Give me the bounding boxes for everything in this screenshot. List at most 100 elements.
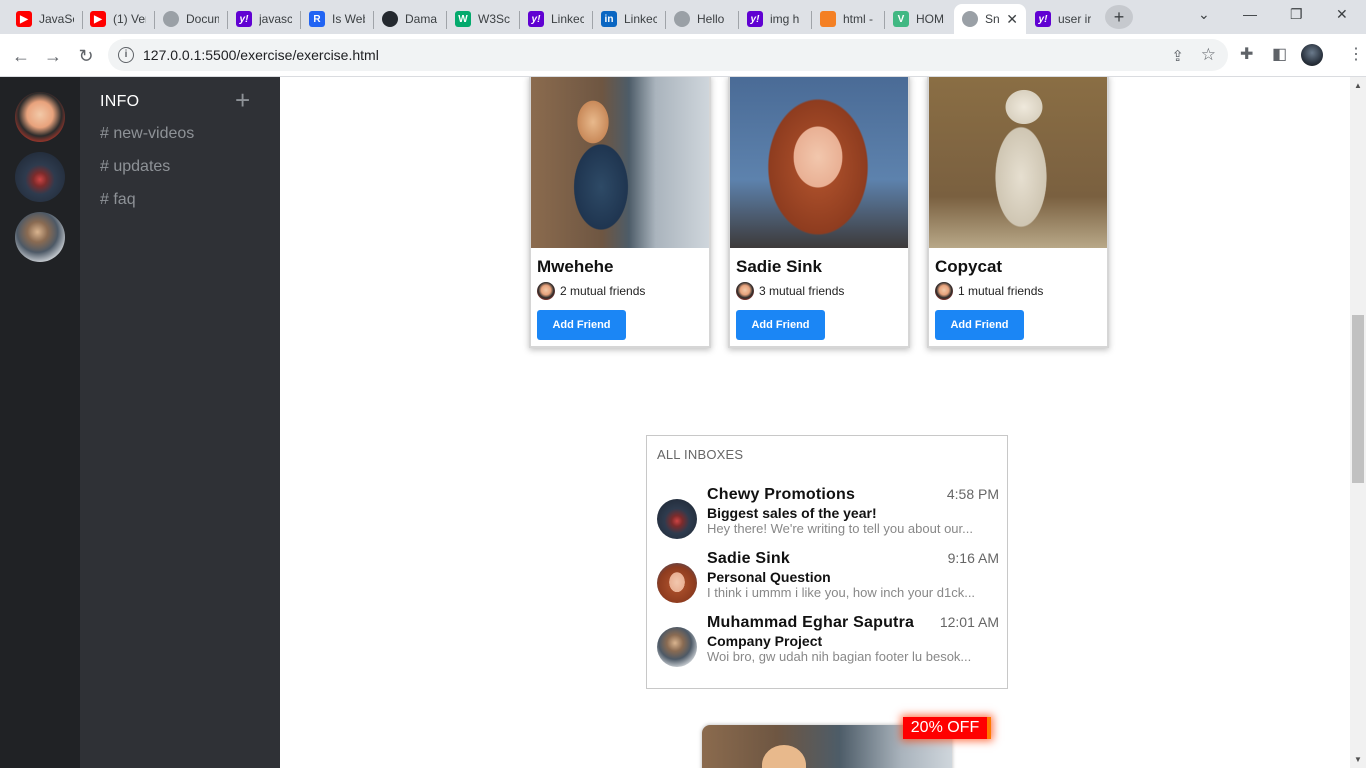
inbox-panel: ALL INBOXES Chewy Promotions 4:58 PM Big… [646, 435, 1008, 689]
browser-tab[interactable]: y! Linkec [520, 4, 592, 34]
close-tab-icon[interactable]: ✕ [1006, 11, 1018, 28]
mutual-friends-text: 2 mutual friends [560, 284, 646, 298]
browser-tab[interactable]: y! img h [739, 4, 811, 34]
yahoo-icon: y! [236, 11, 252, 27]
browser-tab[interactable]: y! javasc [228, 4, 300, 34]
profile-avatar[interactable] [1301, 44, 1323, 66]
side-panel-icon[interactable]: ◧ [1272, 44, 1287, 64]
address-bar: ← → ↻ i 127.0.0.1:5500/exercise/exercise… [0, 34, 1366, 77]
browser-tab[interactable]: Docum [155, 4, 227, 34]
tab-search-icon[interactable]: ⌄ [1198, 6, 1210, 23]
promo-image [762, 745, 806, 768]
browser-tab[interactable]: html - [812, 4, 884, 34]
browser-tab[interactable]: Dama [374, 4, 446, 34]
add-friend-button[interactable]: Add Friend [736, 310, 825, 340]
close-window-icon[interactable]: ✕ [1336, 6, 1348, 23]
message-sender: Chewy Promotions [707, 486, 856, 503]
browser-tab-strip: ▶ JavaSc ▶ (1) Ver Docum y! javasc R Is … [0, 0, 1366, 34]
sender-avatar [657, 563, 697, 603]
friend-name: Sadie Sink [736, 257, 822, 276]
add-friend-button[interactable]: Add Friend [935, 310, 1024, 340]
message-sender: Muhammad Eghar Saputra [707, 614, 915, 631]
sender-avatar [657, 627, 697, 667]
mutual-friend-avatar [736, 282, 754, 300]
server-avatar[interactable] [15, 152, 65, 202]
globe-icon [163, 11, 179, 27]
scrollbar-thumb[interactable] [1352, 315, 1364, 483]
browser-tab-active[interactable]: Sn ✕ [954, 4, 1026, 34]
bookmark-star-icon[interactable]: ☆ [1201, 45, 1216, 65]
friend-photo [929, 77, 1107, 248]
friend-card: Sadie Sink 3 mutual friends Add Friend [728, 77, 910, 348]
inbox-message[interactable]: Muhammad Eghar Saputra 12:01 AM Company … [657, 614, 999, 672]
minimize-icon[interactable]: — [1243, 6, 1257, 22]
channel-item-new-videos[interactable]: # new-videos [100, 125, 194, 143]
message-subject: Biggest sales of the year! [707, 505, 877, 521]
add-friend-button[interactable]: Add Friend [537, 310, 626, 340]
mutual-friends: 2 mutual friends [537, 282, 645, 300]
yahoo-icon: y! [1035, 11, 1051, 27]
message-preview: I think i ummm i like you, how inch your… [707, 585, 976, 600]
yahoo-icon: y! [528, 11, 544, 27]
url-field[interactable]: i 127.0.0.1:5500/exercise/exercise.html … [108, 39, 1228, 71]
message-subject: Company Project [707, 633, 823, 649]
bookmark-icon: R [309, 11, 325, 27]
page-scrollbar[interactable]: ▲ ▼ [1350, 77, 1366, 768]
friend-card: Mwehehe 2 mutual friends Add Friend [529, 77, 711, 348]
mutual-friends: 3 mutual friends [736, 282, 844, 300]
mutual-friend-avatar [935, 282, 953, 300]
reload-icon[interactable]: ↻ [73, 43, 99, 69]
channel-item-faq[interactable]: # faq [100, 191, 136, 209]
browser-tab[interactable]: ▶ (1) Ver [82, 4, 154, 34]
forward-icon[interactable]: → [40, 43, 66, 69]
message-time: 4:58 PM [946, 486, 999, 502]
github-icon [382, 11, 398, 27]
message-subject: Personal Question [707, 569, 831, 585]
browser-tab[interactable]: W W3Sc [447, 4, 519, 34]
browser-tab[interactable]: V HOME [885, 4, 953, 34]
server-rail [0, 77, 80, 768]
stackoverflow-icon [820, 11, 836, 27]
browser-tab[interactable]: R Is Web [301, 4, 373, 34]
mutual-friend-avatar [537, 282, 555, 300]
add-channel-icon[interactable]: + [235, 87, 250, 113]
discount-badge: 20% OFF [903, 717, 991, 739]
restore-icon[interactable]: ❐ [1290, 6, 1303, 23]
inbox-message[interactable]: Chewy Promotions 4:58 PM Biggest sales o… [657, 486, 999, 544]
youtube-icon: ▶ [16, 11, 32, 27]
youtube-icon: ▶ [90, 11, 106, 27]
message-sender: Sadie Sink [707, 550, 790, 567]
channel-item-updates[interactable]: # updates [100, 158, 170, 176]
share-icon[interactable]: ⇪ [1171, 47, 1184, 65]
browser-tab[interactable]: in Linkec [593, 4, 665, 34]
server-avatar[interactable] [15, 212, 65, 262]
back-icon[interactable]: ← [8, 43, 34, 69]
main-content: Mwehehe 2 mutual friends Add Friend Sadi… [280, 77, 1350, 768]
browser-tab[interactable]: Hello [666, 4, 738, 34]
w3schools-icon: W [455, 11, 471, 27]
globe-icon [674, 11, 690, 27]
inbox-title: ALL INBOXES [657, 447, 744, 462]
sender-avatar [657, 499, 697, 539]
channel-sidebar: INFO + # new-videos # updates # faq [80, 77, 280, 768]
new-tab-button[interactable]: + [1105, 5, 1133, 29]
browser-tab[interactable]: ▶ JavaSc [8, 4, 82, 34]
inbox-message[interactable]: Sadie Sink 9:16 AM Personal Question I t… [657, 550, 999, 608]
message-time: 12:01 AM [939, 614, 999, 630]
server-avatar[interactable] [15, 92, 65, 142]
friend-name: Copycat [935, 257, 1003, 276]
friend-photo [531, 77, 709, 248]
mutual-friends-text: 3 mutual friends [759, 284, 845, 298]
url-text[interactable]: 127.0.0.1:5500/exercise/exercise.html [143, 47, 379, 63]
scroll-down-icon[interactable]: ▼ [1354, 755, 1362, 764]
more-menu-icon[interactable]: ⋮ [1348, 44, 1364, 64]
browser-tab[interactable]: y! user ir [1027, 4, 1099, 34]
extensions-icon[interactable]: ✚ [1240, 44, 1253, 64]
mutual-friends: 1 mutual friends [935, 282, 1043, 300]
message-preview: Hey there! We're writing to tell you abo… [707, 521, 973, 536]
vue-icon: V [893, 11, 909, 27]
site-info-icon[interactable]: i [118, 47, 134, 63]
friend-photo [730, 77, 908, 248]
message-preview: Woi bro, gw udah nih bagian footer lu be… [707, 649, 972, 664]
scroll-up-icon[interactable]: ▲ [1354, 81, 1362, 90]
